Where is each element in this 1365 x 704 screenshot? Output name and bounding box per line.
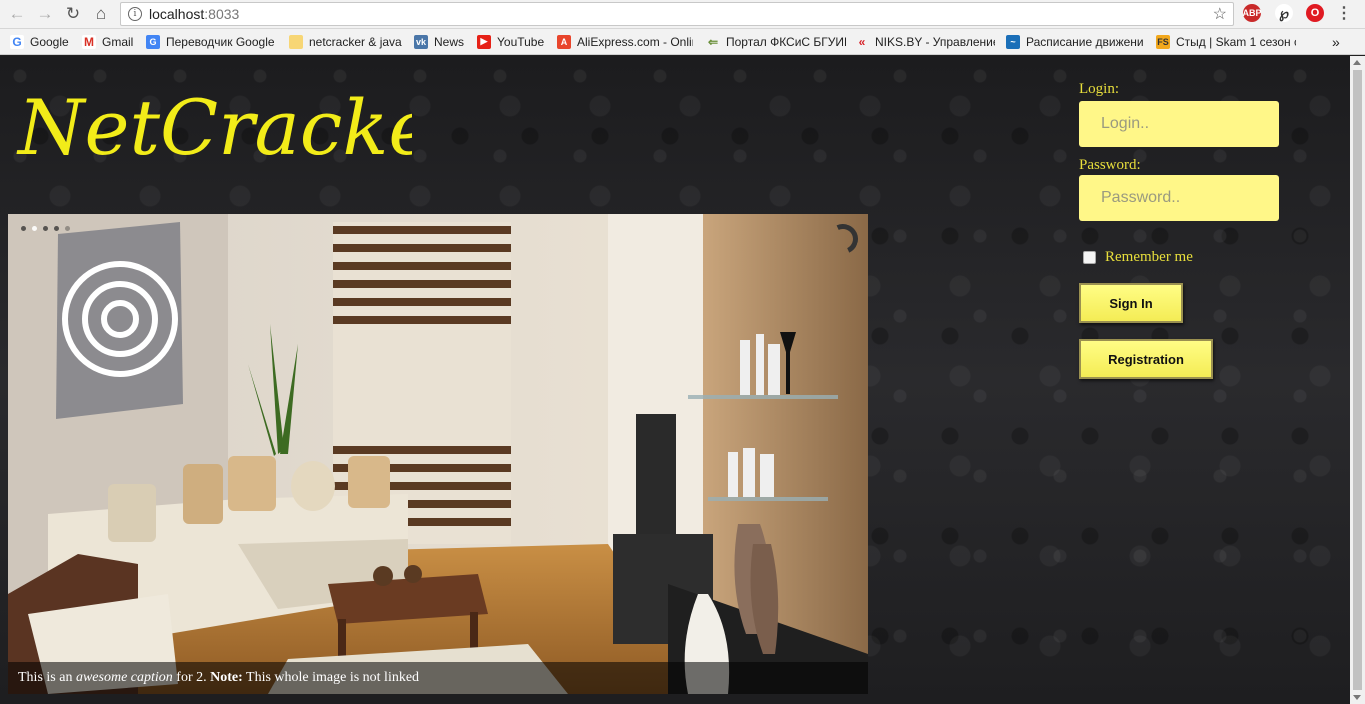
bookmarks-more-button[interactable]: » bbox=[1332, 33, 1348, 50]
menu-dots-icon[interactable]: ⋮ bbox=[1335, 4, 1353, 22]
registration-button[interactable]: Registration bbox=[1079, 339, 1213, 379]
reload-icon[interactable]: ↻ bbox=[62, 3, 84, 25]
scroll-down-icon[interactable] bbox=[1353, 695, 1361, 700]
niks-icon: « bbox=[858, 34, 866, 49]
bookmark-portal[interactable]: ⇐ Портал ФКСиС БГУИР bbox=[706, 33, 846, 50]
bookmark-google[interactable]: G Google bbox=[10, 33, 76, 50]
url-text: localhost:8033 bbox=[149, 6, 240, 22]
remember-me-label: Remember me bbox=[1105, 249, 1193, 265]
netcracker-logo: NetCracker bbox=[16, 83, 412, 172]
address-bar[interactable]: i localhost:8033 ☆ bbox=[120, 2, 1234, 26]
info-icon[interactable]: i bbox=[128, 7, 142, 21]
aliexpress-icon: A bbox=[557, 34, 571, 49]
schedule-icon: ~ bbox=[1006, 34, 1020, 49]
bookmark-skam[interactable]: FS Стыд | Skam 1 сезон с bbox=[1156, 33, 1296, 50]
svg-text:NetCracker: NetCracker bbox=[16, 83, 412, 172]
login-input[interactable] bbox=[1079, 101, 1279, 147]
bookmark-niks[interactable]: «NIKS.BY - Управление bbox=[855, 33, 995, 50]
bookmark-aliexpress[interactable]: A AliExpress.com - Onlir bbox=[557, 33, 693, 50]
bookmark-youtube[interactable]: ▶ YouTube bbox=[477, 33, 549, 50]
fs-icon: FS bbox=[1156, 34, 1170, 49]
living-room-photo bbox=[8, 214, 868, 694]
bookmark-star-icon[interactable]: ☆ bbox=[1213, 4, 1227, 24]
sign-in-button[interactable]: Sign In bbox=[1079, 283, 1183, 323]
page-content: NetCracker bbox=[0, 56, 1350, 704]
slider-pagination bbox=[21, 226, 70, 231]
bookmark-gmail[interactable]: M Gmail bbox=[82, 33, 138, 50]
remember-me[interactable]: Remember me bbox=[1083, 249, 1193, 266]
gmail-icon: M bbox=[82, 34, 96, 49]
home-icon[interactable]: ⌂ bbox=[90, 3, 112, 25]
google-icon: G bbox=[10, 34, 24, 49]
opera-icon[interactable]: O bbox=[1306, 4, 1324, 22]
bookmark-netcracker-folder[interactable]: netcracker & java bbox=[289, 33, 407, 50]
slider-dot[interactable] bbox=[21, 226, 26, 231]
extension-icon[interactable]: ℘ bbox=[1275, 4, 1293, 22]
login-label: Login: bbox=[1079, 81, 1119, 97]
folder-icon bbox=[289, 34, 303, 49]
browser-toolbar: ← → ↻ ⌂ i localhost:8033 ☆ ABP ℘ O ⋮ bbox=[0, 0, 1365, 29]
scrollbar-thumb[interactable] bbox=[1353, 70, 1362, 690]
slider-dot[interactable] bbox=[54, 226, 59, 231]
slider-dot[interactable] bbox=[43, 226, 48, 231]
password-label: Password: bbox=[1079, 157, 1141, 173]
youtube-icon: ▶ bbox=[477, 34, 491, 49]
scroll-up-icon[interactable] bbox=[1353, 60, 1361, 65]
bookmark-schedule[interactable]: ~ Расписание движени bbox=[1006, 33, 1144, 50]
back-arrow-icon[interactable]: ← bbox=[6, 3, 28, 25]
slider-dot-active[interactable] bbox=[32, 226, 37, 231]
image-slider[interactable]: This is an awesome caption for 2. Note: … bbox=[8, 214, 868, 694]
remember-me-checkbox[interactable] bbox=[1083, 251, 1096, 264]
password-input[interactable] bbox=[1079, 175, 1279, 221]
vk-icon: vk bbox=[414, 34, 428, 49]
translate-icon: G bbox=[146, 34, 160, 49]
slide-caption: This is an awesome caption for 2. Note: … bbox=[8, 662, 868, 694]
forward-arrow-icon[interactable]: → bbox=[34, 3, 56, 25]
adblock-icon[interactable]: ABP bbox=[1243, 4, 1262, 22]
page-scrollbar[interactable] bbox=[1350, 56, 1365, 704]
slider-dot[interactable] bbox=[65, 226, 70, 231]
portal-icon: ⇐ bbox=[707, 34, 719, 49]
bookmark-translate[interactable]: G Переводчик Google bbox=[146, 33, 282, 50]
bookmarks-bar: G Google M Gmail G Переводчик Google netcra… bbox=[0, 29, 1365, 55]
bookmark-news[interactable]: vk News bbox=[414, 33, 470, 50]
